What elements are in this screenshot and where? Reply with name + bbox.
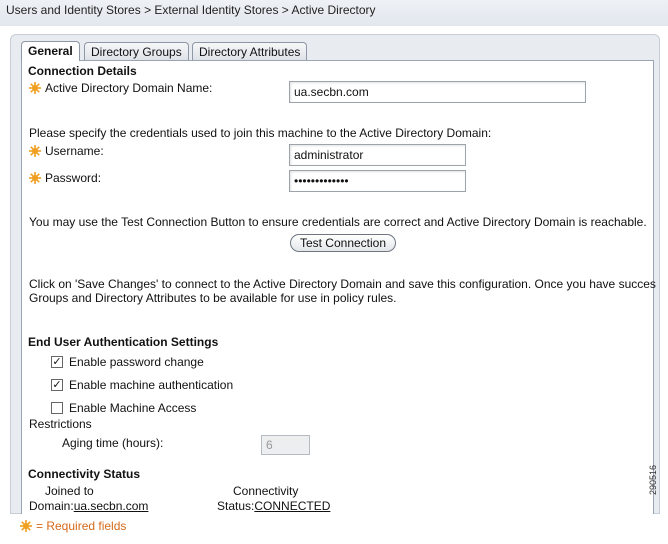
save-instruction-line2: Groups and Directory Attributes to be av…: [29, 291, 397, 305]
domain-name-input[interactable]: ua.secbn.com: [289, 81, 586, 103]
connectivity-label: Connectivity: [233, 484, 299, 498]
machine-auth-label: Enable machine authentication: [69, 378, 234, 392]
domain-name-label: Active Directory Domain Name:: [45, 81, 213, 95]
test-connection-instruction: You may use the Test Connection Button t…: [29, 215, 647, 229]
password-change-label: Enable password change: [69, 355, 204, 369]
password-input[interactable]: •••••••••••••: [289, 170, 466, 192]
password-label: Password:: [45, 171, 102, 185]
machine-auth-checkbox[interactable]: ✓: [51, 379, 63, 391]
save-instruction-line1: Click on 'Save Changes' to connect to th…: [29, 277, 656, 291]
aging-time-label: Aging time (hours):: [62, 436, 164, 450]
breadcrumb: Users and Identity Stores > External Ide…: [6, 3, 376, 17]
checkmark-icon: ✓: [52, 379, 62, 391]
joined-domain-row: Domain:ua.secbn.com: [29, 499, 148, 513]
required-icon: [29, 172, 41, 184]
username-input[interactable]: administrator: [289, 144, 466, 166]
joined-domain-link[interactable]: ua.secbn.com: [74, 499, 149, 513]
tab-directory-attributes[interactable]: Directory Attributes: [192, 42, 308, 61]
figure-id: 290516: [648, 464, 658, 495]
connectivity-status-heading: Connectivity Status: [28, 467, 141, 481]
connectivity-status-row: Status:CONNECTED: [217, 499, 330, 513]
connectivity-status-link[interactable]: CONNECTED: [254, 499, 330, 513]
username-label: Username:: [45, 144, 104, 158]
machine-access-label: Enable Machine Access: [69, 401, 197, 415]
joined-to-label: Joined to: [45, 484, 94, 498]
checkmark-icon: ✓: [52, 356, 62, 368]
required-icon: [20, 520, 32, 532]
required-icon: [29, 145, 41, 157]
test-connection-button[interactable]: Test Connection: [290, 234, 396, 252]
password-change-checkbox[interactable]: ✓: [51, 356, 63, 368]
machine-access-checkbox[interactable]: [51, 402, 63, 414]
required-fields-note: = Required fields: [36, 519, 127, 533]
credentials-instruction: Please specify the credentials used to j…: [29, 126, 492, 140]
tab-general[interactable]: General: [21, 41, 80, 61]
joined-domain-label: Domain:: [29, 499, 74, 513]
required-icon: [29, 82, 41, 94]
connectivity-status-label: Status:: [217, 499, 255, 513]
aging-time-input[interactable]: 6: [261, 435, 310, 455]
tab-directory-groups[interactable]: Directory Groups: [84, 42, 189, 61]
connection-details-heading: Connection Details: [28, 64, 137, 78]
restrictions-label: Restrictions: [29, 417, 92, 431]
auth-settings-heading: End User Authentication Settings: [28, 335, 219, 349]
